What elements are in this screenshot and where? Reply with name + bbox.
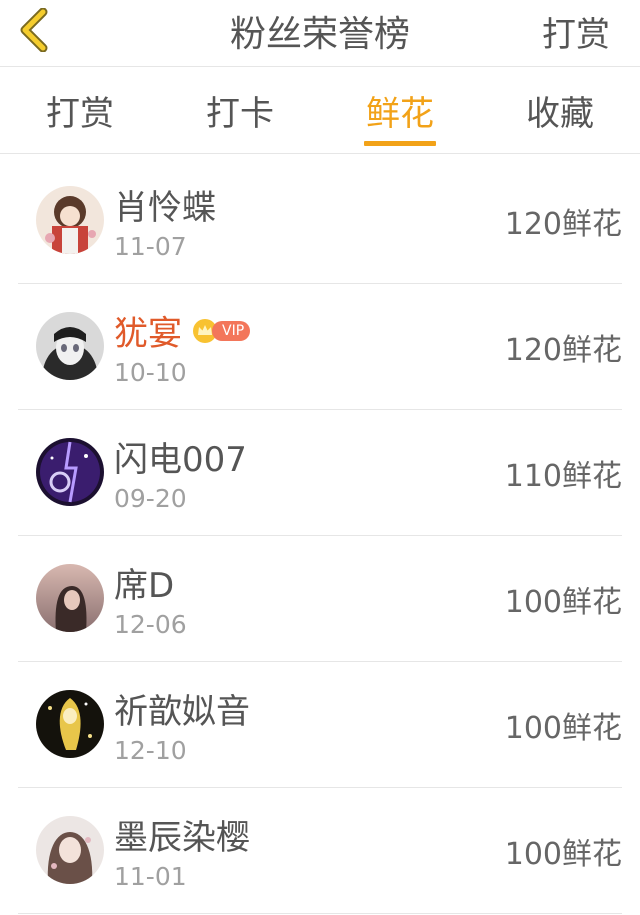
list-item[interactable]: 肖怜蝶 11-07 120鲜花 [18,158,622,284]
fan-date: 12-10 [114,736,187,765]
fan-date: 10-10 [114,358,187,387]
flower-count: 100鲜花 [504,584,622,620]
avatar [36,186,104,254]
fan-list: 肖怜蝶 11-07 120鲜花 犹宴 VIP 10-10 120鲜花 闪电007… [0,158,640,914]
avatar [36,312,104,380]
list-item[interactable]: 闪电007 09-20 110鲜花 [18,410,622,536]
tab-bar: 打赏 打卡 鲜花 收藏 [0,67,640,154]
vip-badge-label: VIP [212,320,251,341]
reward-button[interactable]: 打赏 [542,0,610,62]
fan-date: 09-20 [114,484,187,513]
tab-label: 打赏 [46,93,114,134]
fan-date: 12-06 [114,610,187,639]
fan-name: 祈歆姒音 [114,692,250,732]
avatar [36,564,104,632]
list-item[interactable]: 犹宴 VIP 10-10 120鲜花 [18,284,622,410]
tab-checkin[interactable]: 打卡 [160,67,320,153]
fan-name: 席D [114,566,175,606]
flower-count: 120鲜花 [504,206,622,242]
flower-count: 100鲜花 [504,836,622,872]
tab-flowers[interactable]: 鲜花 [320,67,480,153]
fan-name: 肖怜蝶 [114,188,216,228]
active-tab-indicator [364,141,436,146]
fan-name: 犹宴 [114,314,182,354]
flower-count: 110鲜花 [504,458,622,494]
list-item[interactable]: 席D 12-06 100鲜花 [18,536,622,662]
list-item[interactable]: 墨辰染樱 11-01 100鲜花 [18,788,622,914]
avatar [36,816,104,884]
tab-label: 打卡 [206,93,274,134]
fan-name: 墨辰染樱 [114,818,250,858]
fan-date: 11-07 [114,232,187,261]
flower-count: 120鲜花 [504,332,622,368]
list-item[interactable]: 祈歆姒音 12-10 100鲜花 [18,662,622,788]
fan-date: 11-01 [114,862,187,891]
avatar [36,438,104,506]
tab-label: 鲜花 [366,93,434,134]
tab-label: 收藏 [526,93,594,134]
tab-reward[interactable]: 打赏 [0,67,160,153]
fan-name: 闪电007 [114,440,247,480]
vip-badge: VIP [192,318,251,343]
tab-favorites[interactable]: 收藏 [480,67,640,153]
avatar [36,690,104,758]
flower-count: 100鲜花 [504,710,622,746]
top-bar: 粉丝荣誉榜 打赏 [0,0,640,67]
fan-name-vip: 犹宴 VIP [114,306,251,355]
